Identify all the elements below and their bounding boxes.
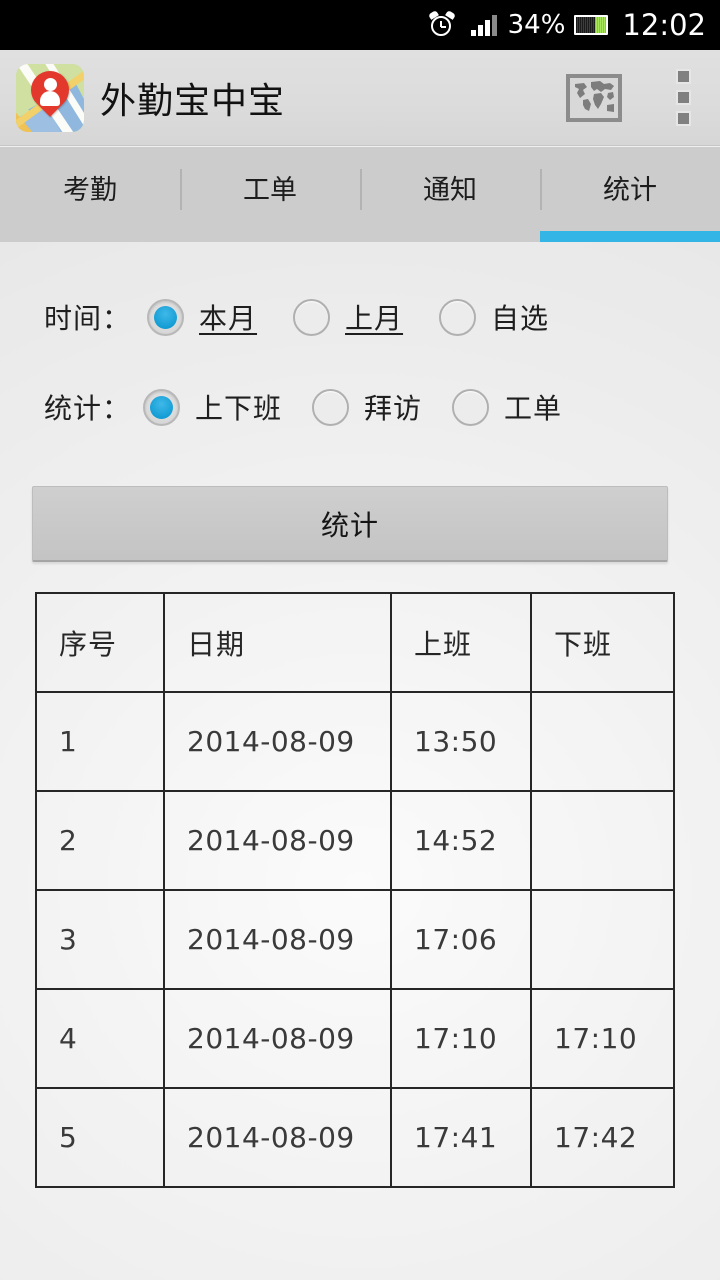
statistics-table: 序号 日期 上班 下班 1 2014-08-09 13:50 2 2014-08… <box>35 592 675 1188</box>
table-row[interactable]: 4 2014-08-09 17:10 17:10 <box>35 988 675 1089</box>
tab-label: 考勤 <box>63 175 117 206</box>
type-filter-label: 统计： <box>44 392 132 425</box>
column-header-clock-in: 上班 <box>390 592 532 693</box>
table-row[interactable]: 1 2014-08-09 13:50 <box>35 691 675 792</box>
type-option-visit[interactable]: 拜访 <box>312 387 422 427</box>
type-option-label: 拜访 <box>364 392 423 425</box>
cell-date: 2014-08-09 <box>163 790 392 891</box>
cell-date: 2014-08-09 <box>163 691 392 792</box>
cell-clock-in: 17:41 <box>390 1087 532 1188</box>
type-option-label: 上下班 <box>195 392 283 425</box>
content-area: 时间： 本月 上月 自选 统计： 上下班 拜访 工单 统计 序号 日期 上班 下… <box>0 242 720 1280</box>
time-option-custom[interactable]: 自选 <box>439 297 549 337</box>
overflow-menu-icon[interactable] <box>658 60 708 136</box>
column-header-date: 日期 <box>163 592 392 693</box>
battery-percent-label: 34% <box>507 10 566 40</box>
statistics-button-label: 统计 <box>320 508 379 542</box>
time-option-label: 自选 <box>491 302 550 335</box>
cell-clock-in: 14:52 <box>390 790 532 891</box>
cell-date: 2014-08-09 <box>163 1087 392 1188</box>
tab-label: 通知 <box>423 175 477 206</box>
cell-clock-out <box>530 790 675 891</box>
time-option-label: 本月 <box>199 302 258 335</box>
tab-statistics[interactable]: 统计 <box>540 147 720 242</box>
tab-work-order[interactable]: 工单 <box>180 147 360 242</box>
radio-last-month[interactable] <box>293 298 331 336</box>
statistics-submit-button[interactable]: 统计 <box>32 486 668 562</box>
column-header-clock-out: 下班 <box>530 592 675 693</box>
cell-clock-out <box>530 691 675 792</box>
column-header-index: 序号 <box>35 592 165 693</box>
table-header-row: 序号 日期 上班 下班 <box>35 592 675 693</box>
radio-visit[interactable] <box>312 388 350 426</box>
type-filter-row: 统计： 上下班 拜访 工单 <box>0 376 720 438</box>
time-option-this-month[interactable]: 本月 <box>147 297 257 337</box>
table-row[interactable]: 5 2014-08-09 17:41 17:42 <box>35 1087 675 1188</box>
cell-date: 2014-08-09 <box>163 988 392 1089</box>
cell-index: 2 <box>35 790 165 891</box>
time-filter-label: 时间： <box>44 302 132 335</box>
tab-attendance[interactable]: 考勤 <box>0 147 180 242</box>
table-header: 序号 日期 上班 下班 <box>35 592 675 693</box>
tab-notification[interactable]: 通知 <box>360 147 540 242</box>
app-screen: 34% 12:02 外勤宝中宝 考勤 工单 通知 统计 时间： 本月 上月 自选… <box>0 0 720 1280</box>
world-map-icon[interactable] <box>566 73 622 122</box>
radio-clock-in-out[interactable] <box>143 388 181 426</box>
cell-clock-out: 17:10 <box>530 988 675 1089</box>
time-filter-row: 时间： 本月 上月 自选 <box>0 286 720 348</box>
table-row[interactable]: 3 2014-08-09 17:06 <box>35 889 675 990</box>
cell-index: 3 <box>35 889 165 990</box>
cell-clock-out <box>530 889 675 990</box>
battery-icon <box>574 15 609 35</box>
cell-clock-out: 17:42 <box>530 1087 675 1188</box>
cell-clock-in: 17:10 <box>390 988 532 1089</box>
type-option-clock[interactable]: 上下班 <box>143 387 282 427</box>
tab-label: 工单 <box>243 175 297 206</box>
cell-date: 2014-08-09 <box>163 889 392 990</box>
tab-bar: 考勤 工单 通知 统计 <box>0 147 720 242</box>
status-bar-icons: 34% 12:02 <box>427 8 706 42</box>
cell-clock-in: 13:50 <box>390 691 532 792</box>
radio-this-month[interactable] <box>147 298 185 336</box>
cell-index: 1 <box>35 691 165 792</box>
tab-label: 统计 <box>603 175 657 206</box>
status-bar: 34% 12:02 <box>0 0 720 50</box>
action-bar: 外勤宝中宝 <box>0 50 720 146</box>
cell-clock-in: 17:06 <box>390 889 532 990</box>
time-option-label: 上月 <box>345 302 404 335</box>
table-body: 1 2014-08-09 13:50 2 2014-08-09 14:52 3 … <box>35 691 675 1188</box>
map-pin-app-icon <box>16 63 84 132</box>
type-option-work-order[interactable]: 工单 <box>452 387 562 427</box>
signal-bars-icon <box>470 14 499 36</box>
cell-index: 4 <box>35 988 165 1089</box>
type-option-label: 工单 <box>504 392 563 425</box>
time-option-last-month[interactable]: 上月 <box>293 297 403 337</box>
app-title: 外勤宝中宝 <box>100 80 286 122</box>
radio-work-order[interactable] <box>452 388 490 426</box>
cell-index: 5 <box>35 1087 165 1188</box>
status-bar-clock: 12:02 <box>622 8 706 42</box>
alarm-clock-icon <box>427 10 456 38</box>
radio-custom[interactable] <box>439 298 477 336</box>
table-row[interactable]: 2 2014-08-09 14:52 <box>35 790 675 891</box>
